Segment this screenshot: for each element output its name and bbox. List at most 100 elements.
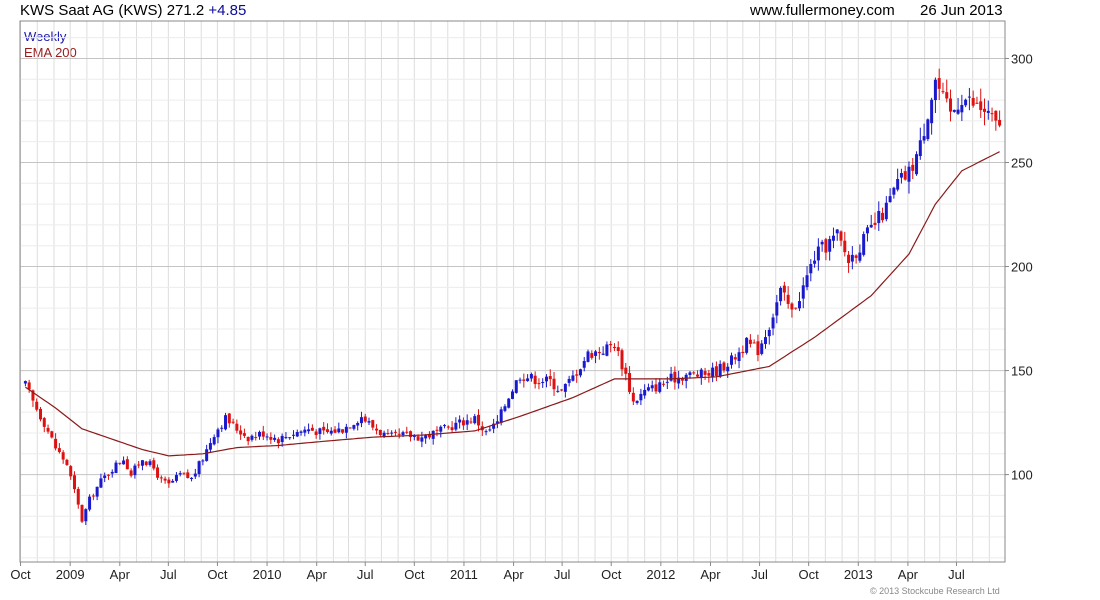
x-tick-label: Jul [357,567,374,582]
candle-body [344,426,348,433]
candle-body [488,429,492,431]
candle-body [371,420,375,428]
x-tick-label: Jul [948,567,965,582]
candle-body [775,302,779,316]
candle-body [518,379,522,381]
candle-body [665,381,669,383]
candle-body [582,361,586,368]
candle-body [631,392,635,402]
candle-body [473,416,477,424]
candle-body [960,105,964,113]
candle-body [835,229,839,234]
candle-body [911,164,915,171]
candle-body [235,423,239,431]
y-tick-label: 300 [1011,51,1033,66]
candle-body [824,239,828,253]
candle-body [443,425,447,427]
candle-body [322,426,326,431]
candle-body [862,234,866,255]
candle-body [178,473,182,475]
candle-body [628,372,632,393]
candle-body [42,418,46,427]
candle-body [745,337,749,353]
x-tick-label: Apr [503,567,524,582]
candle-body [718,363,722,377]
candle-body [118,462,122,464]
candle-body [65,459,69,465]
candle-body [941,91,945,93]
candle-body [597,352,601,354]
candle-body [386,433,390,435]
x-tick-label: Apr [110,567,131,582]
candle-body [129,470,133,476]
candle-body [850,254,854,262]
candle-body [352,425,356,429]
candle-body [318,428,322,434]
candle-body [401,432,405,436]
candle-body [220,427,224,429]
x-tick-label: Oct [799,567,820,582]
candle-body [261,431,265,437]
candle-body [190,477,194,480]
candle-body [967,96,971,98]
candle-body [23,381,27,384]
candle-body [639,393,643,401]
candle-body [201,460,205,462]
x-tick-label: 2013 [844,567,873,582]
candle-body [57,448,61,453]
candle-body [907,166,911,182]
candle-body [72,475,76,490]
candle-body [771,317,775,329]
candle-body [182,472,186,474]
candle-body [854,255,858,258]
candle-body [646,387,650,391]
candle-body [393,431,397,433]
candle-body [541,382,545,384]
candle-body [533,375,537,385]
candle-body [586,351,590,362]
candle-body [76,488,80,505]
candle-body [103,475,107,478]
ema-line [25,151,1000,457]
candle-body [915,154,919,175]
candle-body [288,437,292,439]
candle-body [382,432,386,437]
candle-body [269,436,273,440]
candle-body [877,211,881,224]
candle-body [552,378,556,390]
candle-body [998,119,1002,126]
candle-body [295,432,299,437]
candle-body [159,477,163,479]
candle-body [152,460,156,469]
candle-body [590,353,594,358]
candle-body [446,426,450,428]
candle-body [896,179,900,190]
candle-body [922,136,926,141]
candle-body [84,509,88,522]
candle-body [356,423,360,426]
candle-body [526,378,530,382]
candle-body [110,471,114,474]
y-tick-label: 150 [1011,364,1033,379]
candle-body [46,427,50,432]
x-tick-label: Apr [700,567,721,582]
candle-body [242,433,246,436]
y-tick-label: 100 [1011,468,1033,483]
candle-body [27,382,31,390]
candle-body [616,347,620,352]
candle-body [469,421,473,423]
candle-body [801,285,805,299]
candle-body [790,303,794,310]
candle-body [692,372,696,374]
x-tick-label: 2010 [253,567,282,582]
candle-body [133,465,137,476]
candle-body [307,429,311,432]
candle-body [35,401,39,410]
candle-body [69,466,73,477]
candle-body [299,431,303,433]
candle-body [888,196,892,203]
x-tick-label: Jul [751,567,768,582]
candle-body [363,416,367,422]
candle-body [767,329,771,337]
candle-body [869,224,873,228]
